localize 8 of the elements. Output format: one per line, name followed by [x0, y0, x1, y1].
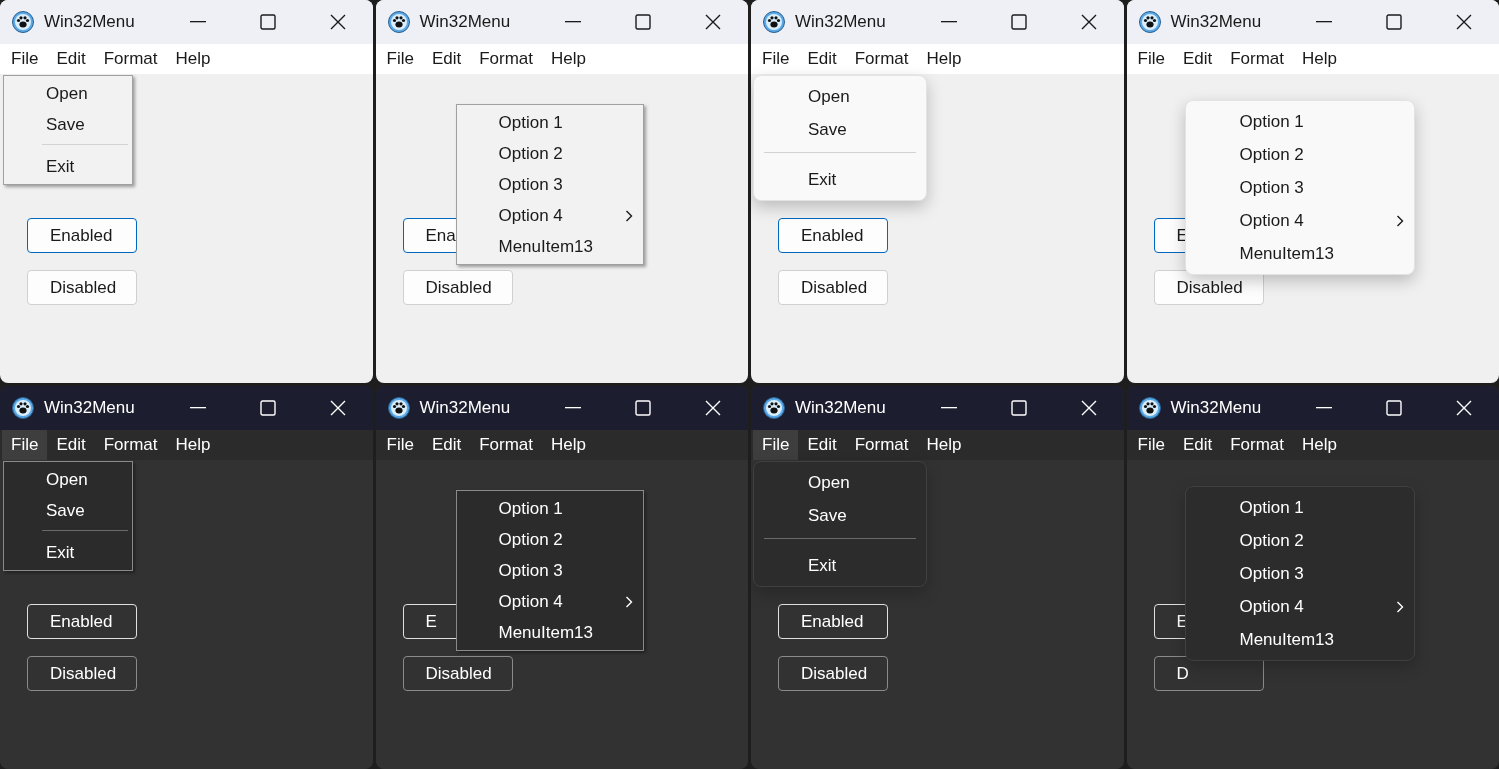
window-title: Win32Menu: [419, 398, 512, 418]
window-title: Win32Menu: [1170, 398, 1263, 418]
window-title: Win32Menu: [44, 12, 136, 32]
window-title: Win32Menu: [419, 12, 512, 32]
window-title: Win32Menu: [795, 398, 887, 418]
window-title: Win32Menu: [1170, 12, 1263, 32]
window-title: Win32Menu: [795, 12, 887, 32]
window-title: Win32Menu: [44, 398, 136, 418]
